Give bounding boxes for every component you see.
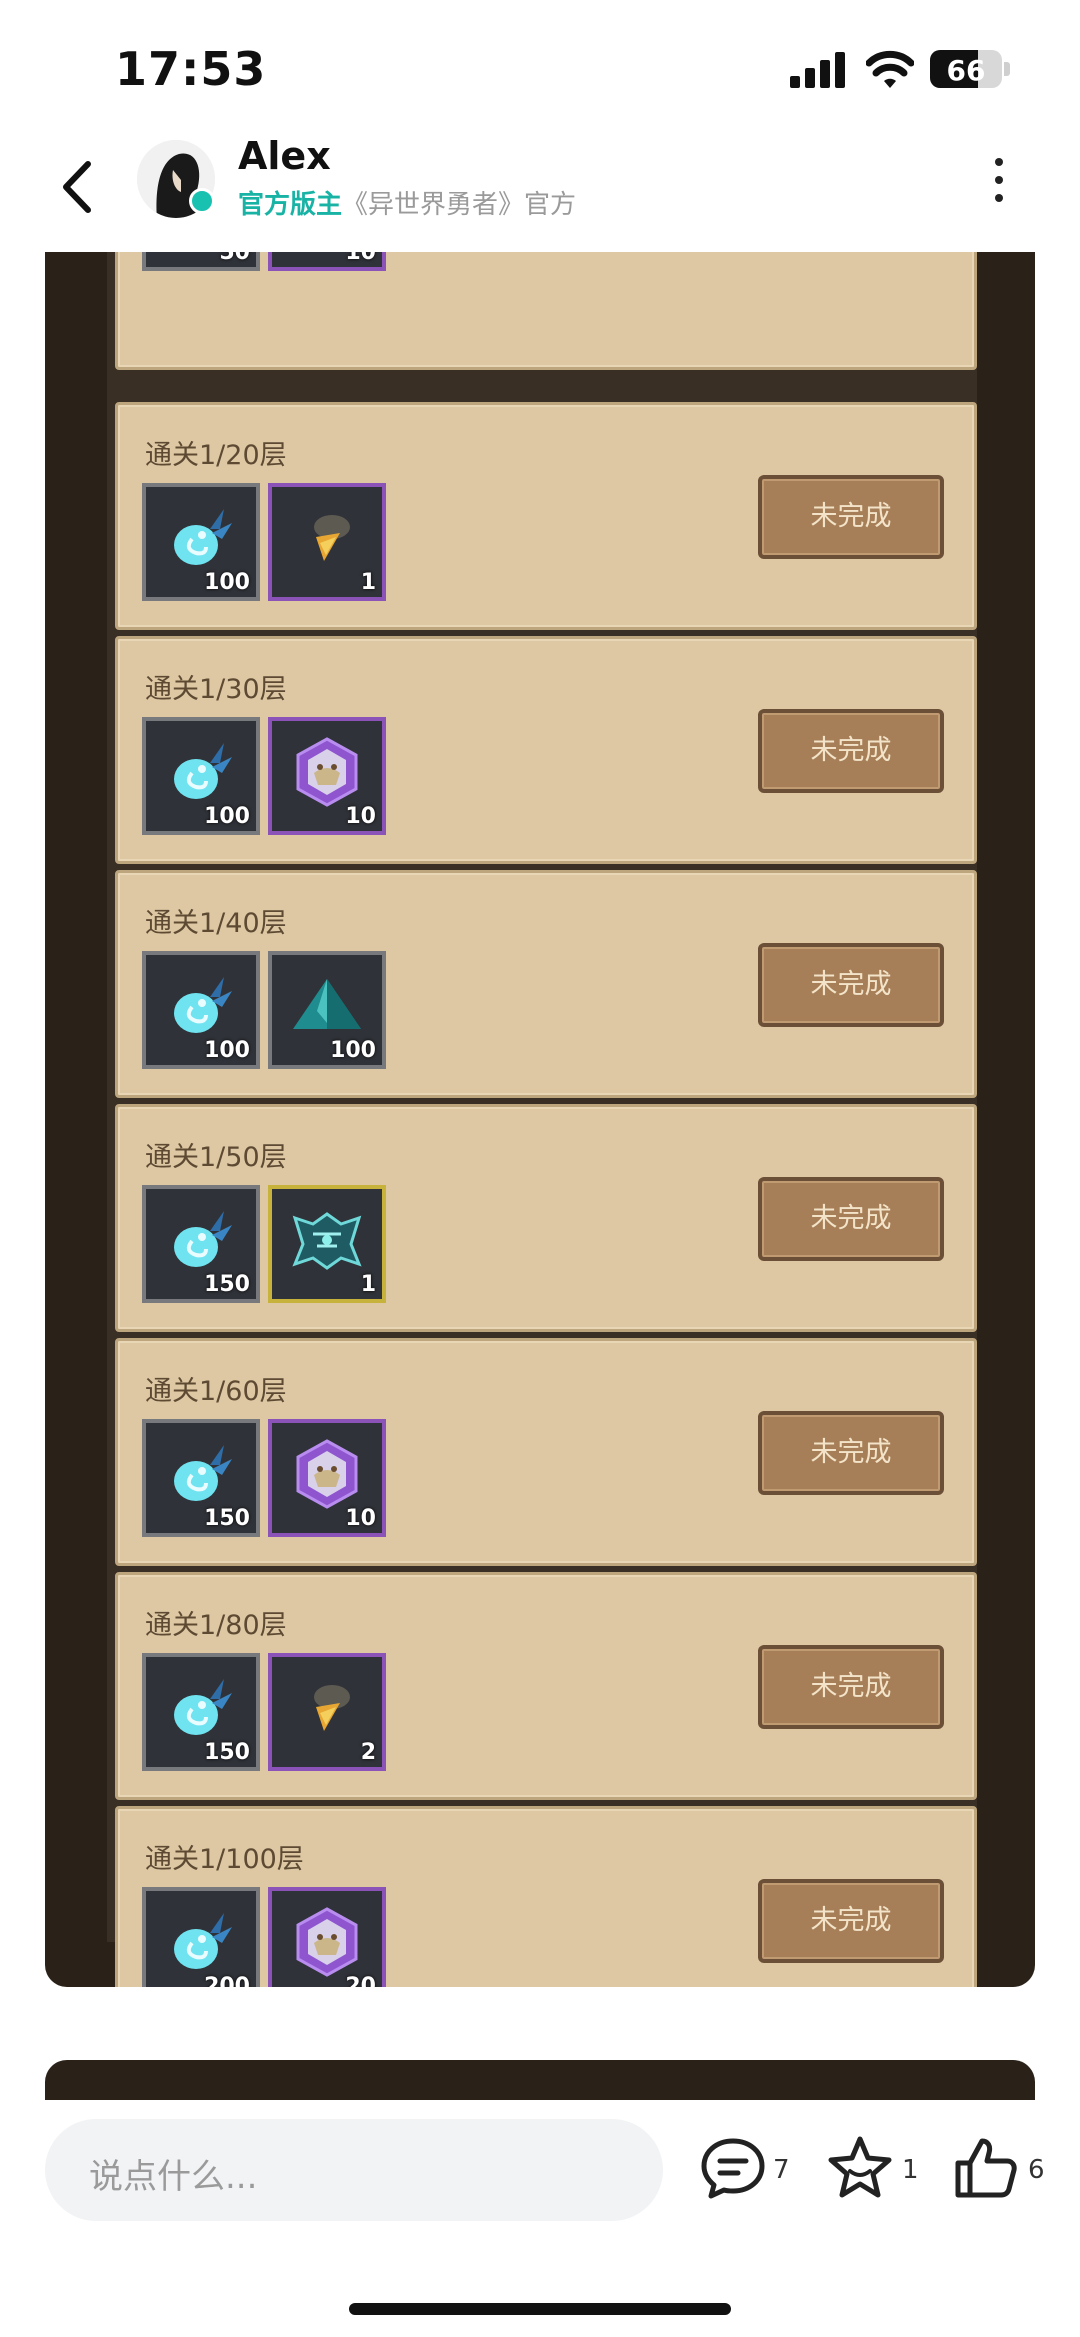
incomplete-button[interactable]: 未完成 bbox=[758, 475, 944, 559]
reward-item-spirit[interactable]: 200 bbox=[142, 1887, 260, 1987]
spirit-icon bbox=[174, 508, 232, 565]
reward-row-title: 通关1/100层 bbox=[145, 1844, 304, 1875]
spirit-icon bbox=[174, 1444, 232, 1501]
thumbs-up-icon bbox=[955, 2138, 1017, 2198]
item-count: 100 bbox=[330, 1038, 376, 1063]
comment-input[interactable]: 说点什么... bbox=[45, 2119, 663, 2221]
crystal-icon bbox=[293, 978, 361, 1029]
favorite-count: 1 bbox=[902, 2155, 919, 2185]
reward-row-title: 通关1/20层 bbox=[145, 440, 287, 471]
back-icon[interactable] bbox=[52, 152, 112, 222]
spirit-icon bbox=[174, 1678, 232, 1735]
status-time: 17:53 bbox=[115, 42, 267, 96]
item-count: 150 bbox=[204, 1272, 250, 1297]
reward-row-title: 通关1/40层 bbox=[145, 908, 287, 939]
reward-item-spirit[interactable]: 150 bbox=[142, 1419, 260, 1537]
reward-row-title: 通关1/80层 bbox=[145, 1610, 287, 1641]
item-count: 100 bbox=[204, 804, 250, 829]
reward-row-title: 通关1/50层 bbox=[145, 1142, 287, 1173]
comment-placeholder: 说点什么... bbox=[89, 2157, 258, 2197]
item-count: 10 bbox=[345, 252, 376, 265]
signal-icon bbox=[790, 52, 846, 88]
reward-row: 通关1/60层 150 10 未完成 bbox=[115, 1338, 977, 1566]
incomplete-button[interactable]: 未完成 bbox=[758, 709, 944, 793]
spirit-icon bbox=[174, 1210, 232, 1267]
role-badge: 官方版主 bbox=[238, 190, 343, 220]
reward-row: 通关1/50层 150 1 未完成 bbox=[115, 1104, 977, 1332]
item-count: 200 bbox=[204, 1974, 250, 1987]
reward-row-partial: 50 10 bbox=[115, 252, 977, 370]
bottom-action-bar: 说点什么... 7 1 6 bbox=[0, 2103, 1080, 2337]
reward-item-spirit[interactable]: 100 bbox=[142, 483, 260, 601]
more-vertical-icon[interactable] bbox=[992, 158, 1006, 218]
reward-row-title: 通关1/30层 bbox=[145, 674, 287, 705]
reward-item: 10 bbox=[268, 252, 386, 271]
next-image-peek bbox=[45, 2060, 1035, 2100]
item-count: 10 bbox=[345, 1506, 376, 1531]
favorite-button[interactable]: 1 bbox=[825, 2133, 919, 2203]
reward-row: 通关1/40层 100 100 未完成 bbox=[115, 870, 977, 1098]
reward-row: 通关1/30层 100 10 未完成 bbox=[115, 636, 977, 864]
reward-item: 50 bbox=[142, 252, 260, 271]
item-count: 150 bbox=[204, 1506, 250, 1531]
reward-item-crystal[interactable]: 100 bbox=[268, 951, 386, 1069]
incomplete-button[interactable]: 未完成 bbox=[758, 1411, 944, 1495]
reward-item-feather[interactable]: 1 bbox=[268, 483, 386, 601]
feather-icon bbox=[314, 514, 350, 561]
item-count: 1 bbox=[360, 1272, 376, 1297]
spirit-icon bbox=[174, 976, 232, 1033]
user-subtitle: 官方版主《异世界勇者》官方 bbox=[238, 184, 576, 221]
reward-row: 通关1/80层 150 2 未完成 bbox=[115, 1572, 977, 1800]
incomplete-button[interactable]: 未完成 bbox=[758, 943, 944, 1027]
like-count: 6 bbox=[1028, 2155, 1045, 2185]
item-count: 100 bbox=[204, 570, 250, 595]
spirit-icon bbox=[174, 1912, 232, 1969]
wifi-icon bbox=[866, 50, 914, 88]
status-bar: 17:53 66 bbox=[0, 0, 1080, 130]
battery-icon: 66 bbox=[930, 50, 1002, 88]
reward-row: 通关1/20层 100 1 未完成 bbox=[115, 402, 977, 630]
comment-icon bbox=[701, 2138, 765, 2199]
comment-button[interactable]: 7 bbox=[698, 2133, 790, 2203]
item-count: 20 bbox=[345, 1974, 376, 1987]
item-count: 2 bbox=[360, 1740, 376, 1765]
incomplete-button[interactable]: 未完成 bbox=[758, 1645, 944, 1729]
gem-icon bbox=[296, 1438, 358, 1509]
item-count: 100 bbox=[204, 1038, 250, 1063]
gem-icon bbox=[296, 1906, 358, 1977]
reward-row: 通关1/100层 200 20 未完成 bbox=[115, 1806, 977, 1987]
armor-icon bbox=[292, 1211, 362, 1270]
reward-item-spirit[interactable]: 100 bbox=[142, 717, 260, 835]
battery-level: 66 bbox=[946, 54, 986, 87]
home-indicator bbox=[349, 2303, 731, 2315]
spirit-icon bbox=[174, 742, 232, 799]
reward-row-title: 通关1/60层 bbox=[145, 1376, 287, 1407]
post-header: Alex 官方版主《异世界勇者》官方 bbox=[0, 130, 1080, 250]
reward-item-spirit[interactable]: 150 bbox=[142, 1653, 260, 1771]
reward-item-gem[interactable]: 20 bbox=[268, 1887, 386, 1987]
verified-badge-icon bbox=[189, 188, 215, 214]
gem-icon bbox=[296, 736, 358, 807]
item-count: 10 bbox=[345, 804, 376, 829]
reward-item-gem[interactable]: 10 bbox=[268, 717, 386, 835]
incomplete-button[interactable]: 未完成 bbox=[758, 1177, 944, 1261]
item-count: 150 bbox=[204, 1740, 250, 1765]
reward-item-spirit[interactable]: 100 bbox=[142, 951, 260, 1069]
like-button[interactable]: 6 bbox=[950, 2133, 1050, 2203]
username[interactable]: Alex bbox=[238, 134, 331, 178]
star-icon bbox=[828, 2136, 892, 2198]
item-count: 50 bbox=[219, 252, 250, 265]
feather-icon bbox=[314, 1684, 350, 1731]
reward-item-armor[interactable]: 1 bbox=[268, 1185, 386, 1303]
user-description: 《异世界勇者》官方 bbox=[342, 190, 577, 220]
reward-item-feather[interactable]: 2 bbox=[268, 1653, 386, 1771]
item-count: 1 bbox=[360, 570, 376, 595]
reward-item-gem[interactable]: 10 bbox=[268, 1419, 386, 1537]
reward-item-spirit[interactable]: 150 bbox=[142, 1185, 260, 1303]
incomplete-button[interactable]: 未完成 bbox=[758, 1879, 944, 1963]
comment-count: 7 bbox=[773, 2155, 790, 2185]
post-image[interactable]: 50 10 通关1/20层 100 1 未完成 通关1/30层 100 10 未完成 通关1/4… bbox=[45, 252, 1035, 1987]
battery-cap bbox=[1004, 62, 1010, 76]
